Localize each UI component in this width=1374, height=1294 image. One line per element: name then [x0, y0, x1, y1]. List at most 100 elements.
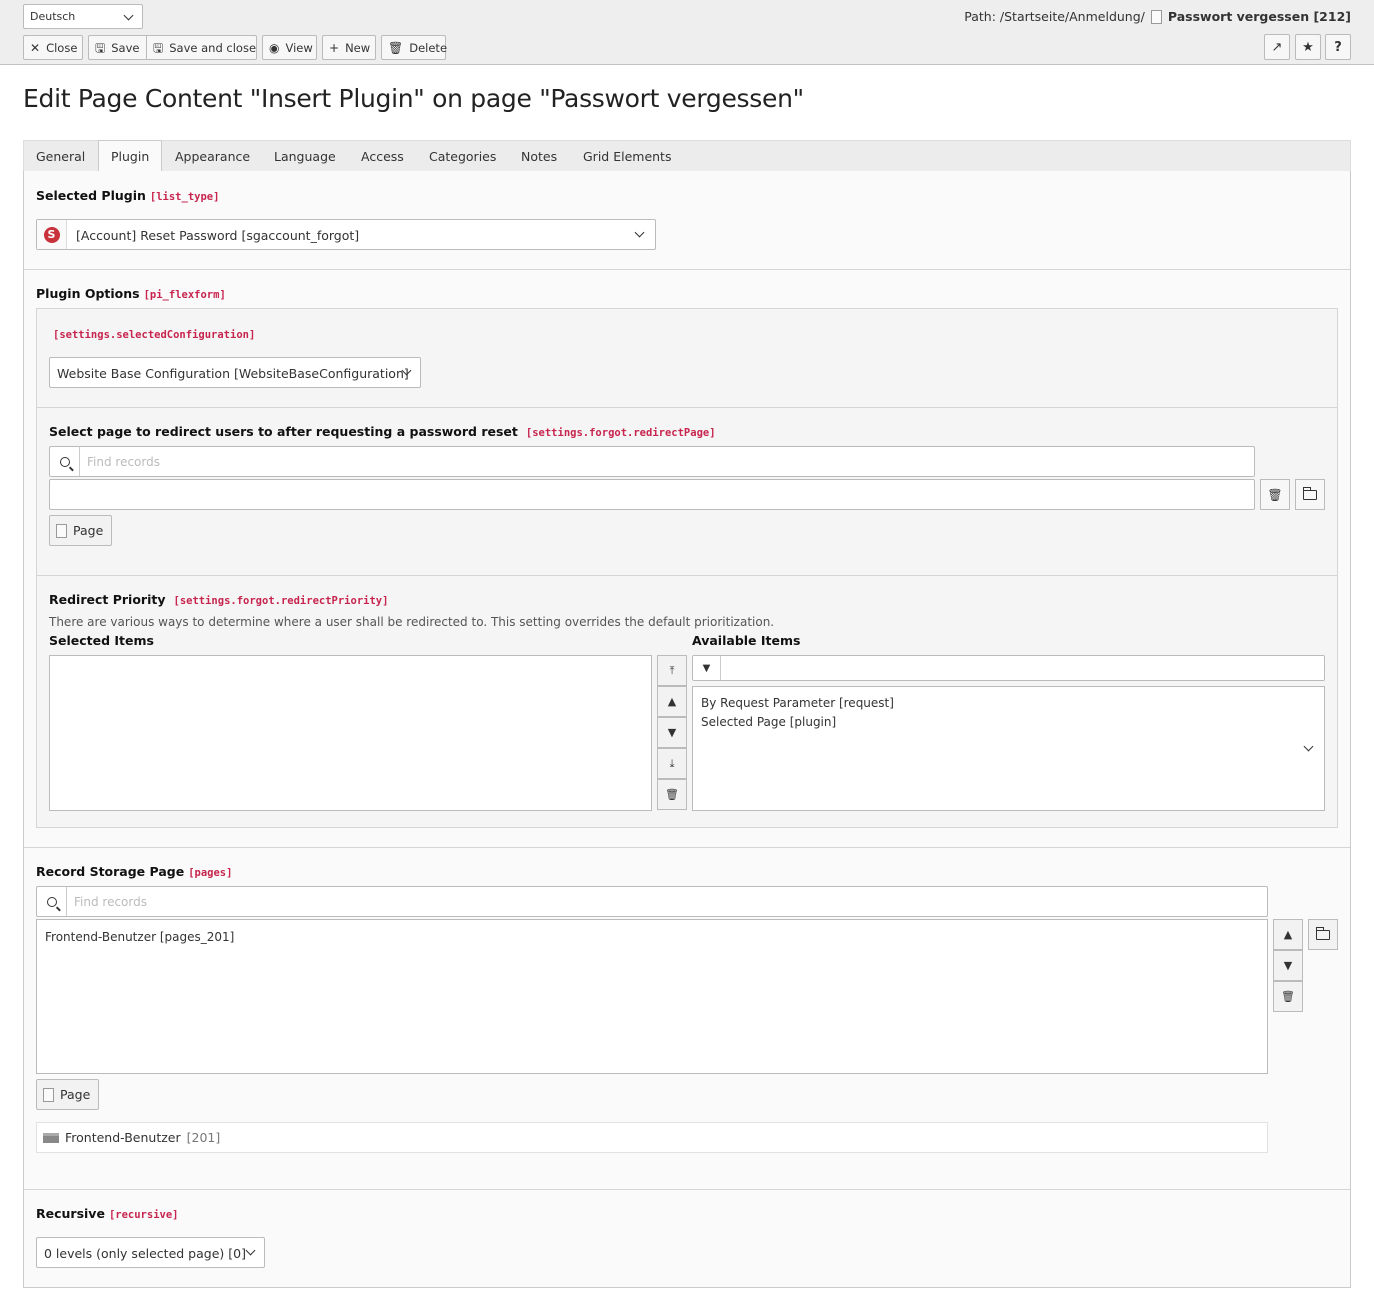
trash-icon: 🗑: [1267, 487, 1283, 502]
remove-item-button[interactable]: 🗑: [657, 779, 687, 810]
open-new-window-button[interactable]: ↗: [1264, 34, 1290, 60]
page-icon: [56, 523, 67, 538]
trash-icon: 🗑: [388, 40, 404, 55]
help-icon: ?: [1334, 39, 1342, 55]
tab-plugin[interactable]: Plugin: [98, 140, 163, 172]
configuration-select-value: Website Base Configuration [WebsiteBaseC…: [57, 366, 409, 381]
record-storage-search-input[interactable]: Find records: [74, 895, 147, 909]
available-items-filter[interactable]: ▼: [692, 655, 1325, 681]
redirect-priority-field-name: [settings.forgot.redirectPriority]: [173, 595, 389, 607]
delete-button[interactable]: 🗑 Delete: [381, 35, 447, 60]
record-browse-button[interactable]: [1308, 919, 1338, 950]
configuration-label: [settings.selectedConfiguration]: [53, 326, 255, 341]
search-icon: [59, 456, 70, 467]
page-button-label: Page: [73, 523, 104, 538]
redirect-page-selected-field[interactable]: [49, 479, 1255, 510]
save-and-close-button-label: Save and close: [169, 40, 257, 55]
view-button-label: View: [285, 40, 313, 55]
recursive-label-text: Recursive: [36, 1206, 105, 1221]
tab-general[interactable]: General: [24, 141, 97, 172]
record-storage-add-page-button[interactable]: Page: [36, 1079, 99, 1110]
configuration-select[interactable]: Website Base Configuration [WebsiteBaseC…: [49, 357, 421, 388]
tab-notes[interactable]: Notes: [509, 141, 569, 172]
redirect-page-field-name: [settings.forgot.redirectPage]: [525, 427, 716, 439]
tab-access[interactable]: Access: [349, 141, 416, 172]
trash-icon: 🗑: [1281, 990, 1295, 1003]
available-item[interactable]: By Request Parameter [request]: [693, 694, 1324, 713]
record-storage-selected-row: Frontend-Benutzer [201]: [36, 1122, 1268, 1153]
redirect-priority-description: There are various ways to determine wher…: [49, 615, 775, 629]
breadcrumb-path[interactable]: Path: /Startseite/Anmeldung/: [964, 9, 1145, 24]
selected-record-id: [201]: [186, 1130, 221, 1145]
close-button[interactable]: ✕ Close: [23, 35, 83, 60]
redirect-page-search-input[interactable]: Find records: [87, 455, 160, 469]
configuration-field-name: [settings.selectedConfiguration]: [53, 329, 256, 341]
tab-bar: General Plugin Appearance Language Acces…: [23, 140, 1351, 172]
tab-appearance[interactable]: Appearance: [163, 141, 262, 172]
move-to-bottom-button[interactable]: ⤓: [657, 748, 687, 779]
save-button[interactable]: 🖫 Save: [88, 35, 146, 60]
sysfolder-icon: [43, 1132, 59, 1143]
page-button-label: Page: [60, 1087, 91, 1102]
redirect-page-add-page-button[interactable]: Page: [49, 515, 112, 546]
flexform-container: [settings.selectedConfiguration] Website…: [36, 308, 1338, 828]
filter-icon: ▼: [693, 656, 721, 680]
redirect-page-browse-button[interactable]: [1295, 479, 1325, 510]
tab-grid-elements[interactable]: Grid Elements: [571, 141, 683, 172]
save-icon: 🖫: [95, 40, 106, 55]
record-remove-button[interactable]: 🗑: [1273, 981, 1303, 1012]
view-button[interactable]: ◉ View: [262, 35, 317, 60]
bookmark-button[interactable]: ★: [1295, 34, 1321, 60]
chevron-down-icon: [245, 1245, 256, 1256]
tab-categories[interactable]: Categories: [417, 141, 508, 172]
docheader: Deutsch ✕ Close 🖫 Save 🖫 Save and close …: [0, 0, 1374, 65]
plugin-select[interactable]: S [Account] Reset Password [sgaccount_fo…: [36, 219, 656, 250]
redirect-page-search[interactable]: Find records: [49, 446, 1255, 477]
record-storage-label: Record Storage Page [pages]: [36, 864, 232, 879]
language-select-value: Deutsch: [30, 10, 76, 23]
new-button[interactable]: + New: [322, 35, 376, 60]
redirect-page-delete-button[interactable]: 🗑: [1260, 479, 1290, 510]
page-icon: [43, 1087, 54, 1102]
move-down-button[interactable]: ▼: [657, 717, 687, 748]
available-item[interactable]: Selected Page [plugin]: [693, 713, 1324, 732]
recursive-select[interactable]: 0 levels (only selected page) [0]: [36, 1237, 265, 1268]
selected-plugin-label: Selected Plugin [list_type]: [36, 188, 219, 203]
plugin-icon: S: [37, 220, 67, 249]
caret-up-icon: ▲: [667, 695, 677, 708]
divider: [24, 847, 1350, 848]
move-to-top-button[interactable]: ⤒: [657, 655, 687, 686]
page-title: Edit Page Content "Insert Plugin" on pag…: [23, 84, 804, 113]
trash-icon: 🗑: [665, 788, 679, 801]
record-move-down-button[interactable]: ▼: [1273, 950, 1303, 981]
search-button[interactable]: [37, 887, 67, 916]
breadcrumb-current-page: Passwort vergessen [212]: [1167, 9, 1351, 24]
tab-language[interactable]: Language: [262, 141, 348, 172]
folder-icon: [1316, 926, 1330, 940]
folder-icon: [1303, 486, 1317, 500]
record-storage-item[interactable]: Frontend-Benutzer [pages_201]: [37, 928, 1267, 947]
search-button[interactable]: [50, 447, 80, 476]
chevron-down-icon: [634, 227, 645, 238]
page-icon: [1150, 9, 1162, 24]
language-select[interactable]: Deutsch: [23, 4, 143, 29]
record-move-up-button[interactable]: ▲: [1273, 919, 1303, 950]
chevron-down-icon: [123, 10, 134, 21]
help-button[interactable]: ?: [1325, 34, 1351, 60]
save-and-close-button[interactable]: 🖫 Save and close: [146, 35, 257, 60]
selected-items-list[interactable]: [49, 655, 652, 811]
record-storage-list[interactable]: Frontend-Benutzer [pages_201]: [36, 919, 1268, 1074]
available-items-list[interactable]: By Request Parameter [request] Selected …: [692, 686, 1325, 811]
move-top-icon: ⤒: [669, 663, 675, 677]
caret-up-icon: ▲: [1283, 928, 1293, 941]
recursive-field-name: [recursive]: [108, 1209, 179, 1221]
divider: [24, 269, 1350, 270]
star-icon: ★: [1302, 39, 1314, 55]
record-storage-search[interactable]: Find records: [36, 886, 1268, 917]
move-up-button[interactable]: ▲: [657, 686, 687, 717]
save-button-label: Save: [111, 40, 140, 55]
plugin-options-field-name: [pi_flexform]: [143, 289, 226, 301]
divider: [37, 407, 1337, 408]
save-close-icon: 🖫: [153, 40, 164, 55]
redirect-page-label-text: Select page to redirect users to after r…: [49, 424, 518, 439]
